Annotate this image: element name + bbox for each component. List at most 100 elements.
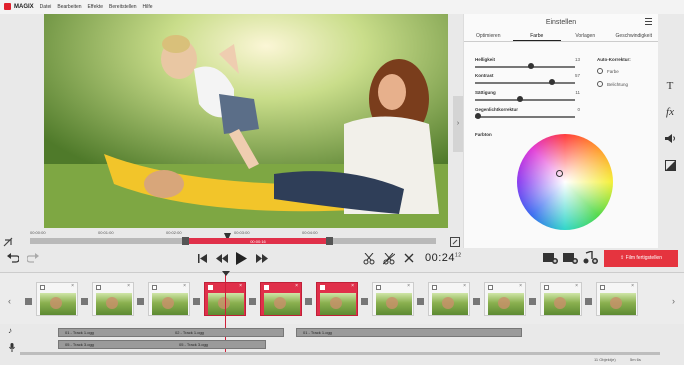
timeline-scrollbar[interactable] bbox=[20, 352, 660, 355]
clip-remove-icon[interactable]: × bbox=[295, 283, 298, 289]
slider-track[interactable] bbox=[475, 66, 575, 68]
tab-geschwindigkeit[interactable]: Geschwindigkeit bbox=[610, 31, 659, 41]
clip-checkbox[interactable] bbox=[152, 285, 157, 290]
video-preview[interactable] bbox=[44, 14, 448, 228]
storyboard-clip[interactable]: × bbox=[428, 282, 470, 316]
skip-to-start-icon[interactable] bbox=[198, 254, 207, 266]
clip-checkbox[interactable] bbox=[96, 285, 101, 290]
audio-track-clip[interactable]: 01 - Track 1.ogg bbox=[296, 328, 522, 337]
clip-remove-icon[interactable]: × bbox=[351, 283, 354, 289]
transition-icon[interactable] bbox=[585, 298, 592, 305]
undo-icon[interactable] bbox=[7, 253, 20, 266]
delete-icon[interactable] bbox=[404, 253, 414, 266]
clip-remove-icon[interactable]: × bbox=[71, 283, 74, 289]
storyboard-clip[interactable]: × bbox=[92, 282, 134, 316]
tab-vorlagen[interactable]: Vorlagen bbox=[561, 31, 610, 41]
storyboard-clip[interactable]: × bbox=[148, 282, 190, 316]
preview-ruler[interactable]: 00:00:00 00:01:00 00:02:00 00:03:00 00:0… bbox=[30, 230, 436, 238]
transition-icon[interactable] bbox=[193, 298, 200, 305]
clip-checkbox[interactable] bbox=[544, 285, 549, 290]
transition-icon[interactable] bbox=[81, 298, 88, 305]
menu-hilfe[interactable]: Hilfe bbox=[143, 4, 153, 10]
insert-photo-icon[interactable] bbox=[563, 251, 578, 268]
storyboard-clip[interactable]: × bbox=[596, 282, 638, 316]
menu-datei[interactable]: Datei bbox=[40, 4, 52, 10]
slider-saettigung[interactable]: Sättigung 11 bbox=[475, 90, 580, 102]
hamburger-menu-icon[interactable] bbox=[645, 18, 652, 25]
color-wheel-cursor[interactable] bbox=[556, 170, 563, 177]
audio-track-clip[interactable]: 01 - Track 1.ogg 02 - Track 1.ogg bbox=[58, 328, 284, 337]
slider-knob[interactable] bbox=[549, 79, 556, 85]
audio-track-clip[interactable]: 05 - Track 3.ogg 05 - Track 3.ogg bbox=[58, 340, 266, 349]
storyboard-clip[interactable]: × bbox=[484, 282, 526, 316]
fast-forward-icon[interactable] bbox=[256, 254, 268, 266]
clip-checkbox[interactable] bbox=[264, 285, 269, 290]
panel-collapse-button[interactable]: › bbox=[453, 96, 463, 152]
clip-checkbox[interactable] bbox=[40, 285, 45, 290]
preview-scrubber[interactable]: 00:00:16 bbox=[30, 237, 436, 245]
tab-optimieren[interactable]: Optimieren bbox=[464, 31, 513, 41]
color-wheel[interactable] bbox=[517, 134, 613, 230]
transition-icon[interactable] bbox=[529, 298, 536, 305]
slider-knob[interactable] bbox=[517, 96, 524, 102]
slider-kontrast[interactable]: Kontrast 57 bbox=[475, 73, 580, 85]
split-scissors-icon[interactable] bbox=[363, 252, 375, 268]
tab-farbe[interactable]: Farbe bbox=[512, 31, 561, 41]
menu-bereitstellen[interactable]: Bereitstellen bbox=[109, 4, 137, 10]
clip-remove-icon[interactable]: × bbox=[239, 283, 242, 289]
insert-media-icon[interactable] bbox=[543, 251, 558, 268]
clip-checkbox[interactable] bbox=[320, 285, 325, 290]
scrub-selection[interactable]: 00:00:16 bbox=[187, 238, 329, 244]
fullscreen-icon[interactable] bbox=[450, 234, 460, 247]
slider-track[interactable] bbox=[475, 82, 575, 84]
storyboard-clip[interactable]: × bbox=[316, 282, 358, 316]
transition-icon[interactable] bbox=[25, 298, 32, 305]
clip-remove-icon[interactable]: × bbox=[631, 283, 634, 289]
clip-remove-icon[interactable]: × bbox=[407, 283, 410, 289]
clip-remove-icon[interactable]: × bbox=[519, 283, 522, 289]
transition-icon[interactable] bbox=[361, 298, 368, 305]
clip-remove-icon[interactable]: × bbox=[183, 283, 186, 289]
storyboard-clip[interactable]: × bbox=[372, 282, 414, 316]
clip-checkbox[interactable] bbox=[208, 285, 213, 290]
preview-playhead-marker[interactable] bbox=[224, 228, 231, 241]
auto-farbe-button[interactable]: Farbe bbox=[597, 68, 631, 74]
play-icon[interactable] bbox=[236, 252, 247, 268]
menu-bearbeiten[interactable]: Bearbeiten bbox=[57, 4, 81, 10]
menu-effekte[interactable]: Effekte bbox=[88, 4, 103, 10]
storyboard-clip[interactable]: × bbox=[36, 282, 78, 316]
scrub-out-handle[interactable] bbox=[326, 237, 333, 245]
storyboard-clip[interactable]: × bbox=[260, 282, 302, 316]
clip-checkbox[interactable] bbox=[600, 285, 605, 290]
transition-icon[interactable] bbox=[305, 298, 312, 305]
slider-track[interactable] bbox=[475, 116, 575, 118]
storyboard-right-arrow[interactable]: › bbox=[672, 296, 675, 306]
slider-track[interactable] bbox=[475, 99, 575, 101]
transition-icon[interactable] bbox=[473, 298, 480, 305]
transition-icon[interactable] bbox=[417, 298, 424, 305]
no-fullscreen-icon[interactable] bbox=[3, 234, 13, 247]
storyboard-left-arrow[interactable]: ‹ bbox=[8, 296, 11, 306]
slider-knob[interactable] bbox=[475, 113, 481, 119]
transition-icon[interactable] bbox=[137, 298, 144, 305]
clip-checkbox[interactable] bbox=[488, 285, 493, 290]
insert-music-icon[interactable] bbox=[583, 250, 598, 268]
export-film-button[interactable]: ⇪ Film fertigstellen bbox=[604, 250, 678, 267]
clip-checkbox[interactable] bbox=[376, 285, 381, 290]
auto-belichtung-button[interactable]: Belichtung bbox=[597, 81, 631, 87]
crop-icon[interactable] bbox=[662, 160, 678, 174]
slider-gegenlichtkorrektur[interactable]: Gegenlichtkorrektur 0 bbox=[475, 107, 580, 119]
rewind-icon[interactable] bbox=[216, 254, 228, 266]
scrub-in-handle[interactable] bbox=[182, 237, 189, 245]
fx-icon[interactable]: fx bbox=[662, 106, 678, 120]
audio-icon[interactable] bbox=[662, 133, 678, 147]
clip-remove-icon[interactable]: × bbox=[463, 283, 466, 289]
trim-scissors-icon[interactable] bbox=[382, 252, 396, 268]
clip-remove-icon[interactable]: × bbox=[127, 283, 130, 289]
transition-icon[interactable] bbox=[249, 298, 256, 305]
clip-checkbox[interactable] bbox=[432, 285, 437, 290]
redo-icon[interactable] bbox=[26, 253, 39, 266]
slider-helligkeit[interactable]: Helligkeit 13 bbox=[475, 57, 580, 69]
clip-remove-icon[interactable]: × bbox=[575, 283, 578, 289]
slider-knob[interactable] bbox=[527, 63, 534, 69]
